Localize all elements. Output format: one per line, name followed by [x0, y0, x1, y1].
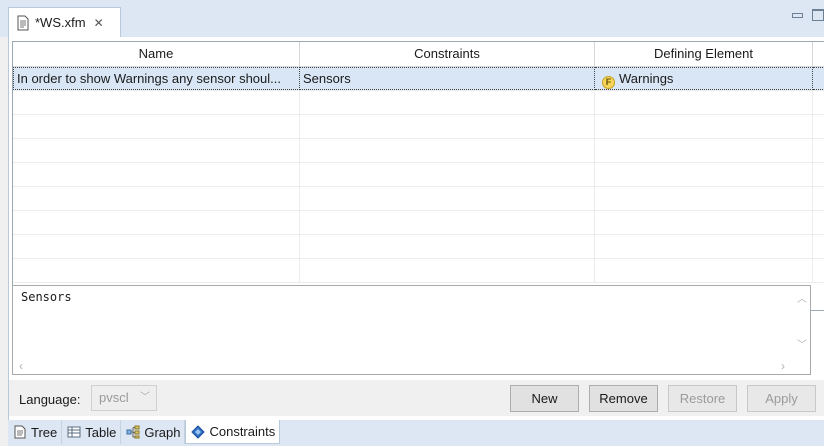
- file-icon: [16, 15, 30, 31]
- feature-icon: F: [602, 75, 615, 89]
- table-icon: [67, 425, 81, 439]
- tab-tree[interactable]: Tree: [8, 420, 63, 444]
- constraints-table: Name Constraints Defining Element In ord…: [12, 41, 824, 311]
- cell-constraints[interactable]: Sensors: [300, 67, 595, 90]
- tree-icon: [13, 425, 27, 439]
- table-row-empty: [13, 91, 824, 115]
- table-row-empty: [13, 187, 824, 211]
- remove-button[interactable]: Remove: [589, 385, 658, 412]
- table-row-empty: [13, 139, 824, 163]
- table-row-empty: [13, 115, 824, 139]
- expression-editor[interactable]: Sensors ︿ ﹀ ‹ ›: [12, 285, 811, 375]
- tab-constraints[interactable]: Constraints: [185, 420, 281, 444]
- constraints-panel: Name Constraints Defining Element In ord…: [8, 37, 824, 420]
- column-header-defining-element[interactable]: Defining Element: [595, 42, 813, 67]
- tab-graph-label: Graph: [144, 424, 181, 440]
- column-header-name[interactable]: Name: [13, 42, 300, 67]
- editor-tab[interactable]: *WS.xfm ✕: [8, 7, 121, 37]
- scroll-up-icon[interactable]: ︿: [797, 290, 807, 305]
- language-select: pvscl ﹀: [91, 385, 157, 411]
- maximize-icon[interactable]: [812, 9, 824, 21]
- language-value: pvscl: [99, 390, 129, 405]
- view-tab-bar: Tree Table Graph Constraints: [8, 420, 824, 446]
- table-header: Name Constraints Defining Element: [13, 42, 824, 67]
- scroll-right-icon[interactable]: ›: [781, 359, 785, 373]
- chevron-down-icon: ﹀: [140, 392, 150, 403]
- scroll-left-icon[interactable]: ‹: [19, 359, 23, 373]
- constraint-controls: Language: pvscl ﹀ New Remove Restore App…: [9, 380, 824, 416]
- tab-table-label: Table: [85, 424, 117, 440]
- apply-button[interactable]: Apply: [747, 385, 816, 412]
- table-row-empty: [13, 235, 824, 259]
- tab-constraints-label: Constraints: [209, 424, 276, 439]
- column-header-constraints[interactable]: Constraints: [300, 42, 595, 67]
- language-label: Language:: [19, 392, 81, 407]
- editor-tab-bar: *WS.xfm ✕: [0, 0, 824, 37]
- new-button[interactable]: New: [510, 385, 579, 412]
- restore-button[interactable]: Restore: [668, 385, 737, 412]
- cell-filler: [813, 67, 824, 90]
- vertical-scrollbar[interactable]: ︿ ﹀: [793, 286, 810, 358]
- table-row[interactable]: In order to show Warnings any sensor sho…: [13, 67, 824, 91]
- table-row-empty: [13, 163, 824, 187]
- table-row-empty: [13, 259, 824, 283]
- close-icon[interactable]: ✕: [94, 17, 104, 29]
- scroll-down-icon[interactable]: ﹀: [797, 336, 807, 351]
- editor-tab-title: *WS.xfm: [35, 15, 86, 30]
- expression-text[interactable]: Sensors: [21, 290, 72, 304]
- cell-defining-element[interactable]: F Warnings: [595, 67, 813, 90]
- table-row-empty: [13, 211, 824, 235]
- tab-graph[interactable]: Graph: [121, 420, 186, 444]
- graph-icon: [126, 425, 140, 439]
- constraints-icon: [191, 424, 206, 439]
- defining-element-label: Warnings: [619, 71, 674, 86]
- horizontal-scrollbar[interactable]: ‹ ›: [13, 357, 794, 374]
- tab-tree-label: Tree: [31, 424, 58, 440]
- minimize-icon[interactable]: [791, 9, 803, 21]
- tab-table[interactable]: Table: [62, 420, 122, 444]
- column-header-filler: [813, 42, 824, 67]
- cell-name[interactable]: In order to show Warnings any sensor sho…: [13, 67, 300, 90]
